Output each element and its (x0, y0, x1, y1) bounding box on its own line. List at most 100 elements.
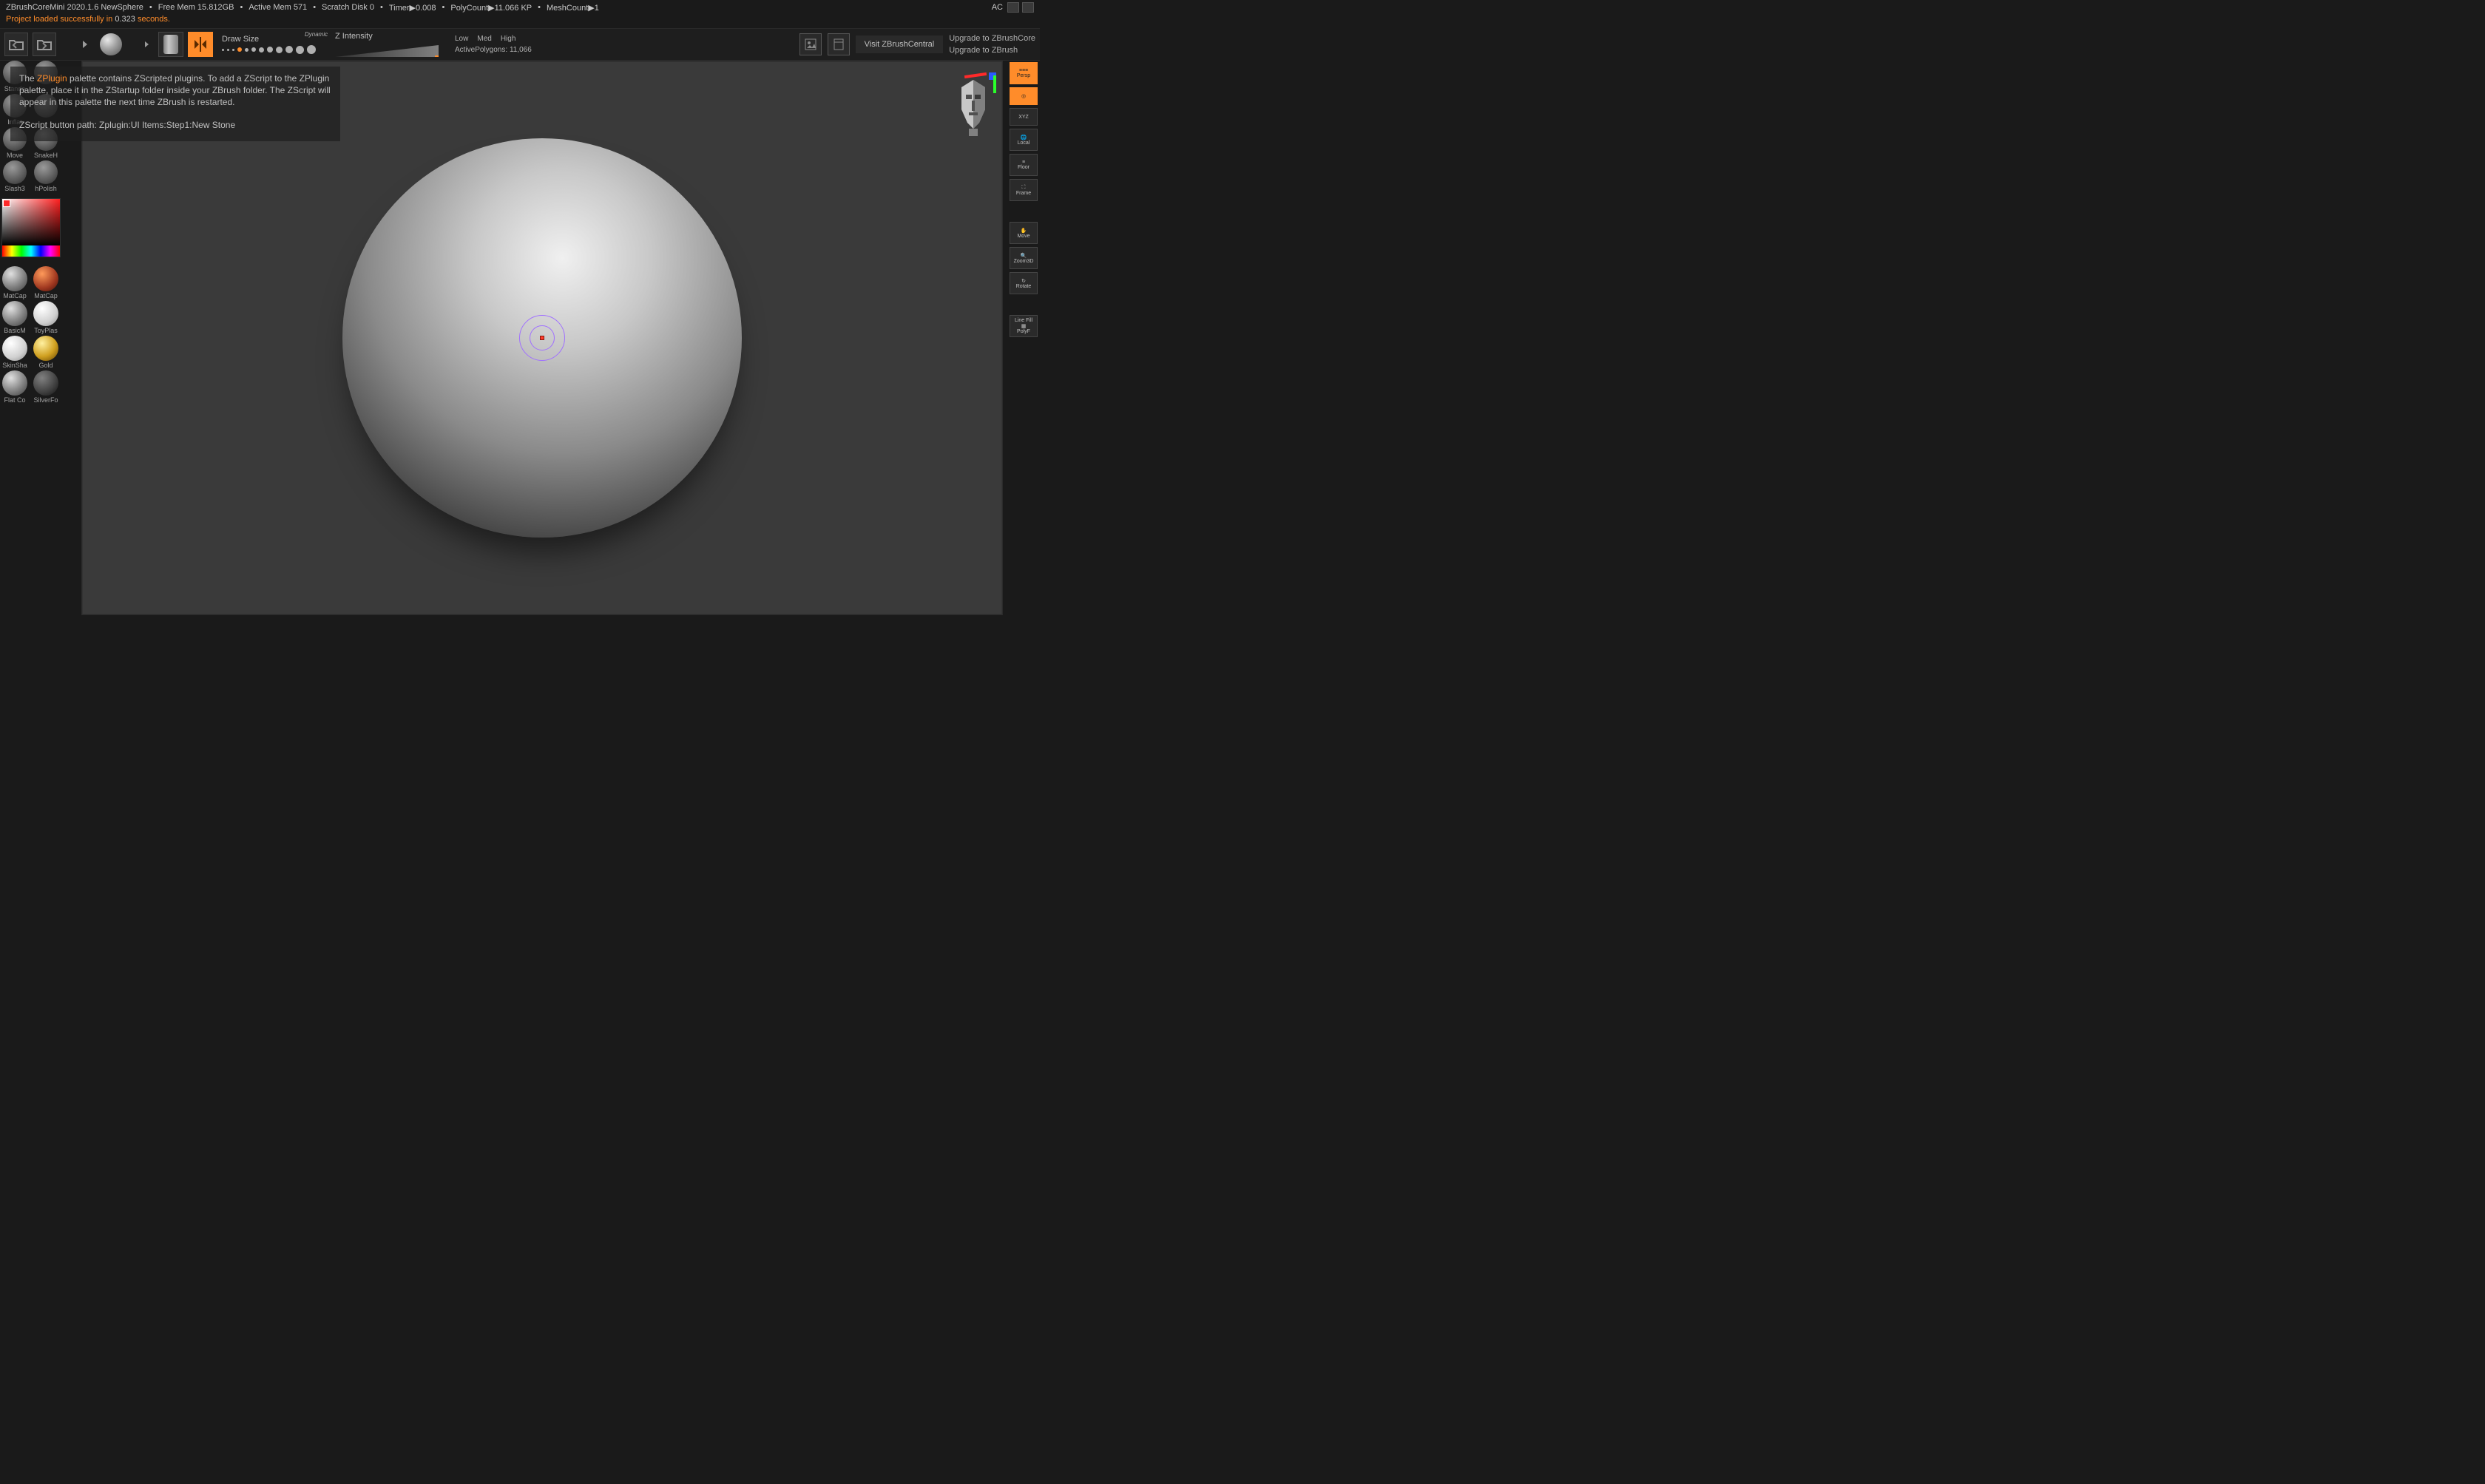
frame-button[interactable]: ⛶Frame (1010, 179, 1038, 201)
zintensity-slider[interactable] (335, 45, 439, 57)
dot: • (538, 3, 541, 12)
status-suffix: seconds. (135, 15, 170, 24)
rotate-button[interactable]: ↻Rotate (1010, 272, 1038, 294)
material-gold[interactable]: Gold (31, 336, 61, 369)
zintensity-handle[interactable] (435, 55, 441, 60)
gyro-toggle[interactable]: ◎ (1010, 87, 1038, 105)
label: Rotate (1016, 284, 1032, 289)
material-flatcolor[interactable]: Flat Co (0, 370, 30, 404)
visit-zbrushcentral-button[interactable]: Visit ZBrushCentral (856, 35, 944, 53)
meshcount: MeshCount▶1 (547, 3, 599, 13)
zintensity-label: Z Intensity (335, 32, 439, 41)
material-matcap-red[interactable]: MatCap (31, 266, 61, 299)
material-matcap-gray[interactable]: MatCap (0, 266, 30, 299)
active-polygons-label: ActivePolygons: (455, 46, 507, 54)
active-mem: Active Mem 571 (248, 3, 307, 12)
draw-size-label: Draw Size (222, 35, 316, 44)
label: Floor (1018, 165, 1030, 170)
app-title: ZBrushCoreMini 2020.1.6 NewSphere (6, 3, 143, 12)
brush-cursor-center (540, 336, 544, 340)
brush-label: Slash3 (4, 185, 25, 192)
dot: • (442, 3, 445, 12)
perspective-toggle[interactable]: ≡≡≡Persp (1010, 62, 1038, 84)
material-label: Gold (38, 362, 53, 369)
move-button[interactable]: ✋Move (1010, 222, 1038, 244)
material-label: SilverFo (33, 396, 58, 404)
viewport[interactable] (83, 62, 1001, 614)
draw-size-handle[interactable] (237, 47, 242, 52)
dot: • (149, 3, 152, 12)
timer: Timer▶0.008 (389, 3, 436, 13)
tooltip-text: The (19, 73, 37, 84)
material-skinshade[interactable]: SkinSha (0, 336, 30, 369)
upgrade-zbrushcore-link[interactable]: Upgrade to ZBrushCore (949, 34, 1035, 43)
brush-label: SnakeH (34, 152, 58, 159)
scratch-disk: Scratch Disk 0 (322, 3, 374, 12)
right-tool-strip: ≡≡≡Persp ◎ XYZ 🌐Local ≡Floor ⛶Frame ✋Mov… (1007, 61, 1040, 337)
dot: • (313, 3, 316, 12)
label: Frame (1016, 191, 1031, 196)
quality-med[interactable]: Med (477, 35, 491, 43)
material-label: MatCap (34, 292, 58, 299)
brush-slash3[interactable]: Slash3 (0, 160, 30, 192)
zoom3d-button[interactable]: 🔍Zoom3D (1010, 247, 1038, 269)
rotate-icon: ↻ (1021, 278, 1026, 284)
floor-button[interactable]: ≡Floor (1010, 154, 1038, 176)
material-label: Flat Co (4, 396, 25, 404)
status-prefix: Project loaded successfully in (6, 15, 115, 24)
window-maximize-icon[interactable] (1022, 2, 1034, 13)
tooltip: The ZPlugin palette contains ZScripted p… (10, 67, 340, 141)
open-button[interactable] (4, 33, 28, 56)
status-seconds: 0.323 (115, 15, 135, 24)
active-tool-sphere[interactable] (99, 33, 123, 56)
print-3d-icon[interactable] (828, 33, 850, 55)
xyz-button[interactable]: XYZ (1010, 108, 1038, 126)
material-label: ToyPlas (34, 327, 58, 334)
label: XYZ (1018, 115, 1029, 120)
tooltip-path: ZScript button path: Zplugin:UI Items:St… (19, 119, 331, 131)
draw-size-slider[interactable] (222, 45, 316, 54)
free-mem: Free Mem 15.812GB (158, 3, 234, 12)
top-info-bar: ZBrushCoreMini 2020.1.6 NewSphere • Free… (0, 0, 1040, 15)
local-button[interactable]: 🌐Local (1010, 129, 1038, 151)
brush-label: Move (7, 152, 23, 159)
material-silverfoil[interactable]: SilverFo (31, 370, 61, 404)
label: Local (1018, 140, 1030, 146)
polycount: PolyCount▶11.066 KP (450, 3, 532, 13)
image-export-icon[interactable] (799, 33, 822, 55)
symmetry-button[interactable] (188, 32, 213, 57)
window-restore-icon[interactable] (1007, 2, 1019, 13)
ac-label: AC (992, 3, 1003, 12)
color-picker[interactable] (1, 198, 61, 257)
save-button[interactable] (33, 33, 56, 56)
material-label: SkinSha (2, 362, 27, 369)
color-swatch[interactable] (3, 200, 10, 207)
brush-hpolish[interactable]: hPolish (31, 160, 61, 192)
magnifier-icon: 🔍 (1021, 253, 1027, 259)
dynamic-label: Dynamic (305, 31, 328, 38)
material-toyplastic[interactable]: ToyPlas (31, 301, 61, 334)
canvas-frame (81, 61, 1003, 615)
quality-low[interactable]: Low (455, 35, 468, 43)
tooltip-keyword: ZPlugin (37, 73, 67, 84)
hand-icon: ✋ (1021, 228, 1027, 234)
label: Persp (1017, 73, 1030, 78)
main-toolbar: Draw Size Dynamic Z Intensity Low Med Hi… (0, 28, 1040, 61)
quality-high[interactable]: High (501, 35, 516, 43)
label: PolyF (1017, 329, 1030, 334)
label: Zoom3D (1014, 259, 1034, 264)
axis-y (993, 75, 996, 93)
status-bar: Project loaded successfully in 0.323 sec… (0, 15, 1040, 28)
material-label: BasicM (4, 327, 26, 334)
primitive-cylinder-button[interactable] (158, 32, 183, 57)
arrow-icon (138, 33, 154, 56)
polyframe-button[interactable]: Line Fill▦PolyF (1010, 315, 1038, 337)
material-basic[interactable]: BasicM (0, 301, 30, 334)
upgrade-zbrush-link[interactable]: Upgrade to ZBrush (949, 46, 1035, 55)
active-polygons-value: 11,066 (510, 46, 532, 54)
brush-label: hPolish (35, 185, 57, 192)
dot: • (380, 3, 383, 12)
dot: • (240, 3, 243, 12)
camera-head-thumbnail[interactable] (956, 77, 991, 138)
globe-icon: 🌐 (1021, 135, 1027, 140)
